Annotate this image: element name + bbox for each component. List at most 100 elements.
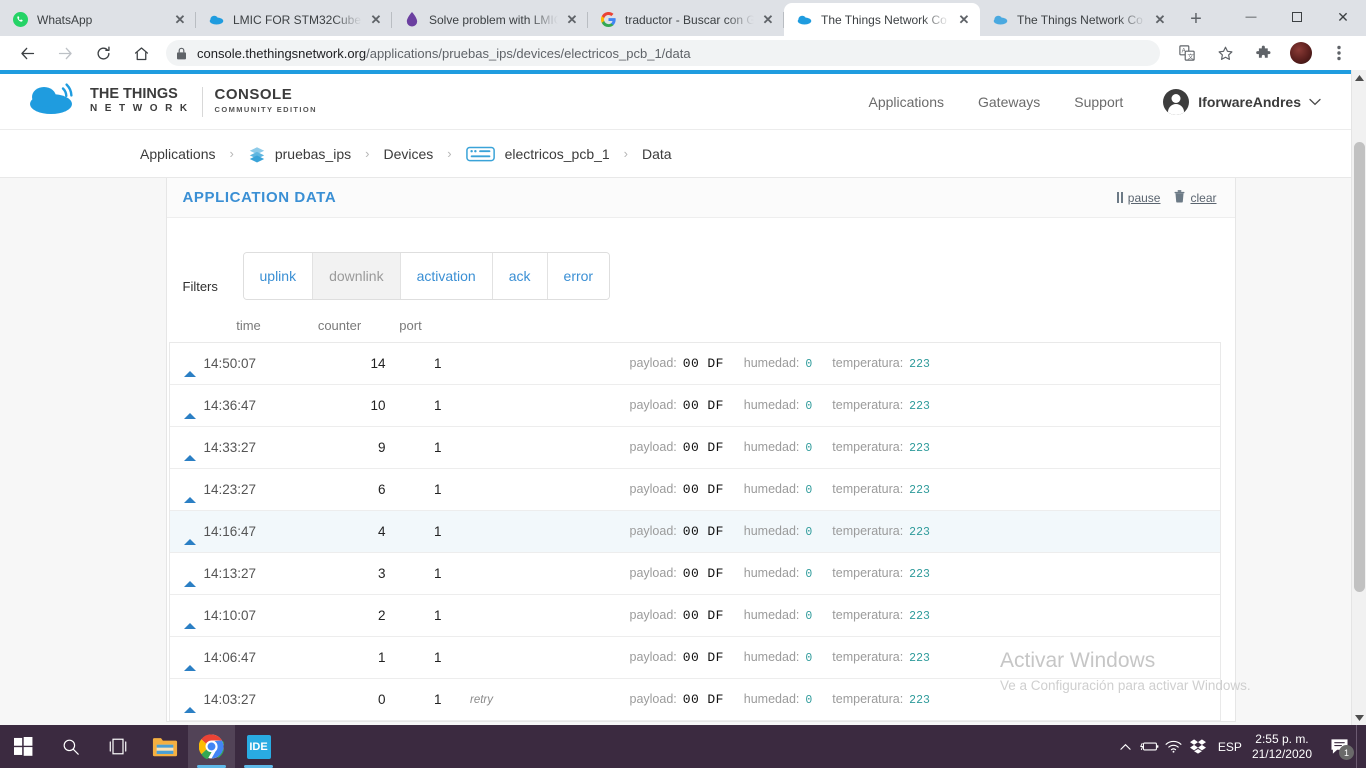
tab-close-icon[interactable]: ✕ [758, 10, 778, 30]
translate-icon[interactable]: A文 [1173, 39, 1201, 67]
breadcrumb-item-pruebas-ips[interactable]: pruebas_ips [248, 145, 351, 163]
row-fields: payload: 00 DF humedad: 0 temperatura: 223 [522, 566, 1220, 581]
new-tab-button[interactable]: + [1182, 5, 1210, 33]
taskbar-app-file-explorer[interactable] [141, 725, 188, 768]
field-payload: payload: 00 DF [630, 524, 724, 539]
table-row[interactable]: 14:36:47 10 1 payload: 00 DF humedad: 0 te… [169, 385, 1220, 427]
tab-close-icon[interactable]: ✕ [366, 10, 386, 30]
tab-close-icon[interactable]: ✕ [562, 10, 582, 30]
nav-support[interactable]: Support [1074, 94, 1123, 110]
tab-close-icon[interactable]: ✕ [954, 10, 974, 30]
forward-icon[interactable] [51, 39, 79, 67]
nav-gateways[interactable]: Gateways [978, 94, 1040, 110]
tab-close-icon[interactable]: ✕ [1150, 10, 1170, 30]
filter-uplink-button[interactable]: uplink [243, 253, 314, 299]
row-counter: 2 [377, 608, 386, 623]
reload-icon[interactable] [89, 39, 117, 67]
panel-actions: pause clear [1103, 189, 1217, 206]
row-counter: 6 [377, 482, 386, 497]
field-temperatura: temperatura: 223 [832, 692, 930, 707]
table-row[interactable]: 14:06:47 1 1 payload: 00 DF humedad: 0 tem… [169, 637, 1220, 679]
row-fields: payload: 00 DF humedad: 0 temperatura: 223 [522, 440, 1220, 455]
filter-button-group: uplink downlink activation ack error [242, 252, 611, 300]
wifi-icon[interactable] [1162, 725, 1186, 768]
field-label: temperatura: [832, 608, 904, 622]
field-temperatura: temperatura: 223 [832, 608, 930, 623]
breadcrumb-item-devices[interactable]: Devices [383, 146, 433, 162]
temperatura-value: 223 [909, 484, 930, 497]
clear-button[interactable]: clear [1174, 189, 1217, 206]
table-row[interactable]: 14:50:07 14 1 payload: 00 DF humedad: 0 te… [169, 343, 1220, 385]
user-menu[interactable]: IforwareAndres [1163, 88, 1321, 115]
row-time: 14:03:27 [203, 692, 257, 707]
ttn-cloud-icon [208, 12, 224, 28]
browser-tab-lmic-stm32[interactable]: LMIC FOR STM32CubeIDE ✕ [196, 3, 392, 36]
browser-tab-ttn-console-active[interactable]: The Things Network Co ✕ [784, 3, 980, 36]
taskbar-app-chrome[interactable] [188, 725, 235, 768]
scroll-up-icon[interactable] [1352, 70, 1366, 85]
extensions-puzzle-icon[interactable] [1249, 39, 1277, 67]
tray-clock[interactable]: 2:55 p. m. 21/12/2020 [1252, 732, 1312, 762]
nav-applications[interactable]: Applications [869, 94, 945, 110]
home-icon[interactable] [127, 39, 155, 67]
pause-label: pause [1127, 190, 1161, 205]
ttn-logo[interactable]: THE THINGS N E T W O R K CONSOLE COMMUNI… [28, 82, 317, 121]
scroll-down-icon[interactable] [1352, 710, 1366, 725]
browser-tab-whatsapp[interactable]: WhatsApp ✕ [0, 3, 196, 36]
address-bar[interactable]: console.thethingsnetwork.org/application… [166, 40, 1160, 66]
tab-close-icon[interactable]: ✕ [170, 10, 190, 30]
breadcrumb-item-electricos-pcb-1[interactable]: electricos_pcb_1 [465, 144, 610, 164]
browser-tab-solve-problem[interactable]: Solve problem with LMIC ✕ [392, 3, 588, 36]
filter-downlink-button[interactable]: downlink [313, 253, 401, 299]
scrollbar-thumb[interactable] [1354, 142, 1365, 592]
temperatura-value: 223 [909, 526, 930, 539]
window-minimize-button[interactable]: — [1228, 0, 1274, 34]
breadcrumb-item-applications[interactable]: Applications [140, 146, 216, 162]
field-payload: payload: 00 DF [630, 398, 724, 413]
profile-avatar[interactable] [1287, 39, 1315, 67]
filter-ack-button[interactable]: ack [492, 253, 548, 299]
filter-activation-button[interactable]: activation [400, 253, 493, 299]
stm32cubeide-label: IDE [246, 734, 271, 759]
bookmark-star-icon[interactable] [1211, 39, 1239, 67]
taskbar-app-stm32cubeide[interactable]: IDE [235, 725, 282, 768]
table-row[interactable]: 14:23:27 6 1 payload: 00 DF humedad: 0 tem… [169, 469, 1220, 511]
row-counter: 14 [370, 356, 386, 371]
dropbox-icon[interactable] [1186, 725, 1210, 768]
row-port: 1 [433, 566, 442, 581]
back-icon[interactable] [13, 39, 41, 67]
field-label: temperatura: [832, 692, 904, 706]
show-desktop-button[interactable] [1356, 725, 1362, 768]
table-row[interactable]: 14:13:27 3 1 payload: 00 DF humedad: 0 tem… [169, 553, 1220, 595]
console-label: CONSOLE [214, 85, 293, 103]
pause-button[interactable]: pause [1116, 190, 1161, 205]
page-scrollbar[interactable] [1351, 70, 1366, 725]
notifications-icon[interactable]: 1 [1322, 725, 1356, 768]
field-label: humedad: [743, 524, 800, 538]
search-icon[interactable] [47, 725, 94, 768]
field-label: humedad: [743, 692, 800, 706]
windows-start-icon[interactable] [0, 725, 47, 768]
filter-error-button[interactable]: error [547, 253, 610, 299]
url-path: /applications/pruebas_ips/devices/electr… [366, 45, 691, 61]
payload-value: 00 DF [682, 482, 724, 497]
table-row[interactable]: 14:16:47 4 1 payload: 00 DF humedad: 0 tem… [169, 511, 1220, 553]
field-humedad: humedad: 0 [744, 398, 813, 413]
payload-value: 00 DF [682, 398, 724, 413]
row-fields: payload: 00 DF humedad: 0 temperatura: 223 [522, 608, 1220, 623]
table-row[interactable]: 14:33:27 9 1 payload: 00 DF humedad: 0 tem… [169, 427, 1220, 469]
browser-tab-traductor[interactable]: traductor - Buscar con Google ✕ [588, 3, 784, 36]
tray-language[interactable]: ESP [1218, 740, 1242, 754]
field-temperatura: temperatura: 223 [832, 566, 930, 581]
window-maximize-button[interactable] [1274, 0, 1320, 34]
chrome-menu-icon[interactable] [1325, 39, 1353, 67]
tray-chevron-up-icon[interactable] [1114, 725, 1138, 768]
browser-tab-ttn-console-2[interactable]: The Things Network Co ✕ [980, 3, 1176, 36]
field-label: payload: [629, 398, 677, 412]
battery-icon[interactable] [1138, 725, 1162, 768]
breadcrumb-item-data[interactable]: Data [642, 146, 672, 162]
table-row[interactable]: 14:10:07 2 1 payload: 00 DF humedad: 0 tem… [169, 595, 1220, 637]
window-close-button[interactable]: ✕ [1320, 0, 1366, 34]
table-row[interactable]: 14:03:27 0 1 retry payload: 00 DF humedad… [169, 679, 1220, 721]
task-view-icon[interactable] [94, 725, 141, 768]
